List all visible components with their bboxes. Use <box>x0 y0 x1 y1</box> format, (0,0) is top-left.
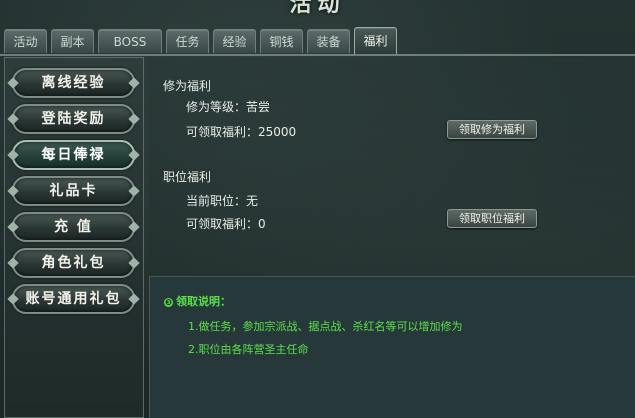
ornament-icon <box>7 77 19 89</box>
current-position: 当前职位：无 <box>186 194 259 208</box>
ornament-icon <box>7 113 19 125</box>
ornament-icon <box>7 257 19 269</box>
tab-welfare[interactable]: 福利 <box>354 27 397 54</box>
sidebar-item-offline-exp[interactable]: 离线经验 <box>7 68 140 98</box>
sidebar-item-label: 礼品卡 <box>49 183 98 199</box>
sidebar-item-gift-card[interactable]: 礼品卡 <box>7 176 140 206</box>
ornament-icon <box>128 77 140 89</box>
tab-equipment[interactable]: 装备 <box>307 29 350 53</box>
instructions-title-text: 领取说明： <box>176 295 231 308</box>
ornament-icon <box>7 149 19 161</box>
claim-position-button[interactable]: 领取职位福利 <box>447 209 537 228</box>
claim-cultivation-button[interactable]: 领取修为福利 <box>447 120 537 139</box>
tab-copper[interactable]: 铜钱 <box>260 29 303 53</box>
sidebar-item-account-gift[interactable]: 账号通用礼包 <box>7 284 140 314</box>
ornament-icon <box>128 113 140 125</box>
sidebar-item-label: 充 值 <box>54 219 93 235</box>
cultivation-level: 修为等级：苦尝 <box>186 100 271 114</box>
sidebar-item-label: 角色礼包 <box>41 255 106 271</box>
sidebar-item-login-reward[interactable]: 登陆奖励 <box>7 104 140 134</box>
window-title: 活动 <box>289 0 346 17</box>
sidebar-item-label: 登陆奖励 <box>41 111 106 127</box>
sidebar-item-recharge[interactable]: 充 值 <box>7 212 140 242</box>
position-reward: 可领取福利：0 <box>186 217 266 231</box>
instructions-title: ❸ 领取说明： <box>164 293 231 309</box>
tab-bar: 活动 副本 BOSS 任务 经验 铜钱 装备 福利 <box>4 27 401 55</box>
instructions-box: ❸ 领取说明： 1.做任务，参加宗派战、据点战、杀红名等可以增加修为 2.职位由各… <box>149 276 635 418</box>
cultivation-section-title: 修为福利 <box>163 79 212 93</box>
ornament-icon <box>128 221 140 233</box>
ornament-icon <box>128 257 140 269</box>
ornament-icon <box>128 293 140 305</box>
tab-activity[interactable]: 活动 <box>4 29 47 53</box>
ornament-icon <box>128 149 140 161</box>
tab-boss[interactable]: BOSS <box>98 29 162 53</box>
tab-experience[interactable]: 经验 <box>213 29 256 53</box>
sidebar-item-character-gift[interactable]: 角色礼包 <box>7 248 140 278</box>
instruction-line: 1.做任务，参加宗派战、据点战、杀红名等可以增加修为 <box>188 320 463 333</box>
position-section-title: 职位福利 <box>163 170 212 184</box>
cultivation-reward: 可领取福利：25000 <box>186 125 297 139</box>
ornament-icon <box>128 185 140 197</box>
sidebar-panel: 离线经验 登陆奖励 每日俸禄 礼品卡 充 值 角色礼包 账号通用礼包 <box>4 57 144 418</box>
tab-dungeon[interactable]: 副本 <box>51 29 94 53</box>
ornament-icon <box>7 185 19 197</box>
sidebar-item-label: 账号通用礼包 <box>25 291 122 307</box>
number-bullet-icon: ❸ <box>164 297 173 307</box>
sidebar-item-daily-salary[interactable]: 每日俸禄 <box>7 140 140 170</box>
sidebar-item-label: 每日俸禄 <box>41 147 106 163</box>
sidebar-item-label: 离线经验 <box>41 75 106 91</box>
tab-divider <box>0 54 635 56</box>
ornament-icon <box>7 293 19 305</box>
ornament-icon <box>7 221 19 233</box>
tab-quest[interactable]: 任务 <box>166 29 209 53</box>
instruction-line: 2.职位由各阵营圣主任命 <box>188 343 309 356</box>
